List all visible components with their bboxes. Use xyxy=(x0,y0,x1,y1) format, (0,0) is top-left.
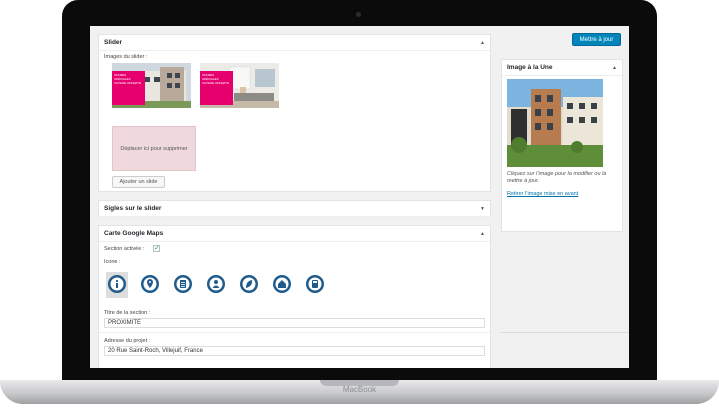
featured-image-metabox: Image à la Une ▲ Cliquez sur l’image pou… xyxy=(501,59,623,232)
featured-title: Image à la Une xyxy=(507,64,553,71)
icon-option-info[interactable] xyxy=(106,272,128,298)
screen: Slider ▲ Images du slider : OFFRES SPÉCI… xyxy=(90,26,629,368)
icon-option-calculator[interactable] xyxy=(304,272,326,298)
divider xyxy=(99,332,490,333)
slider-thumb-2[interactable]: OFFRES SPÉCIALES CUISINE OFFERTE xyxy=(200,63,279,108)
leaf-icon xyxy=(240,275,258,293)
collapse-down-icon[interactable]: ▼ xyxy=(480,206,485,212)
featured-image[interactable] xyxy=(507,79,603,167)
section-active-checkbox[interactable]: ✓ xyxy=(153,245,160,252)
address-label: Adresse du projet : xyxy=(104,338,151,344)
slider-header[interactable]: Slider ▲ xyxy=(99,35,490,51)
featured-description: Cliquez sur l’image pour la modifier ou … xyxy=(507,171,607,184)
document-icon xyxy=(174,275,192,293)
collapse-up-icon[interactable]: ▲ xyxy=(480,231,485,237)
icon-option-home[interactable] xyxy=(271,272,293,298)
calculator-icon xyxy=(306,275,324,293)
address-input[interactable]: 20 Rue Saint-Roch, Villejuif, France xyxy=(104,346,485,356)
slider-images-label: Images du slider : xyxy=(104,54,148,60)
sigles-header[interactable]: Sigles sur le slider ▼ xyxy=(99,201,490,217)
map-header[interactable]: Carte Google Maps ▲ xyxy=(99,226,490,242)
slider-metabox: Slider ▲ Images du slider : OFFRES SPÉCI… xyxy=(98,34,491,192)
location-pin-icon xyxy=(141,275,159,293)
sigles-title: Sigles sur le slider xyxy=(104,205,162,212)
collapse-up-icon[interactable]: ▲ xyxy=(612,65,617,71)
device-brand: MacBook xyxy=(342,385,377,394)
remove-featured-link[interactable]: Retirer l’image mise en avant xyxy=(507,191,578,197)
dropzone-text: Déplacer ici pour supprimer xyxy=(120,145,188,152)
promo-badge: OFFRES SPÉCIALES CUISINE OFFERTE xyxy=(112,71,145,105)
promo-badge: OFFRES SPÉCIALES CUISINE OFFERTE xyxy=(200,71,233,105)
icon-option-document[interactable] xyxy=(172,272,194,298)
map-metabox: Carte Google Maps ▲ Section activée : ✓ … xyxy=(98,225,491,368)
sigles-metabox: Sigles sur le slider ▼ xyxy=(98,200,491,217)
section-title-label: Titre de la section : xyxy=(104,310,151,316)
icon-label: Icone : xyxy=(104,259,121,265)
map-title: Carte Google Maps xyxy=(104,230,164,237)
icon-option-leaf[interactable] xyxy=(238,272,260,298)
delete-dropzone[interactable]: Déplacer ici pour supprimer xyxy=(112,126,196,171)
icon-option-location[interactable] xyxy=(139,272,161,298)
info-icon xyxy=(108,275,126,293)
person-icon xyxy=(207,275,225,293)
section-active-label: Section activée : xyxy=(104,246,145,252)
sidebar-divider xyxy=(501,332,629,333)
section-title-input[interactable]: PROXIMITE xyxy=(104,318,485,328)
home-icon xyxy=(273,275,291,293)
featured-header[interactable]: Image à la Une ▲ xyxy=(502,60,622,76)
collapse-up-icon[interactable]: ▲ xyxy=(480,40,485,46)
slider-thumb-1[interactable]: OFFRES SPÉCIALES CUISINE OFFERTE xyxy=(112,63,191,108)
update-button[interactable]: Mettre à jour xyxy=(572,33,621,46)
camera-dot xyxy=(356,12,361,17)
slider-title: Slider xyxy=(104,39,123,46)
icon-option-person[interactable] xyxy=(205,272,227,298)
add-slide-button[interactable]: Ajouter un slide xyxy=(112,176,165,188)
featured-building-photo xyxy=(507,79,603,167)
